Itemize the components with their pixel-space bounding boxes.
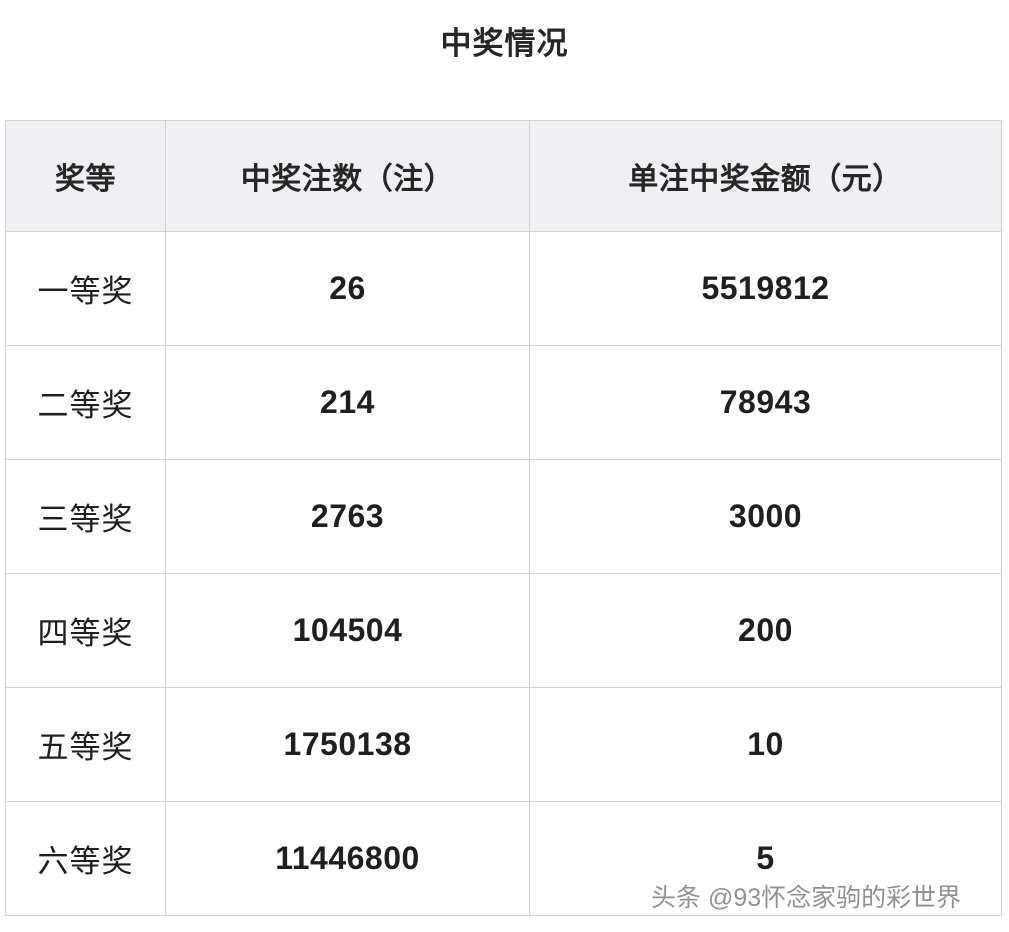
cell-prize-amount: 78943 [529, 345, 1002, 460]
cell-prize-amount: 10 [529, 687, 1002, 802]
prize-table: 奖等 中奖注数（注） 单注中奖金额（元） 一等奖 26 5519812 二等奖 … [5, 120, 1002, 916]
cell-winning-count: 1750138 [165, 687, 530, 802]
table-row: 三等奖 2763 3000 [5, 459, 1002, 574]
cell-grade: 三等奖 [5, 459, 166, 574]
cell-winning-count: 11446800 [165, 801, 530, 916]
cell-grade: 四等奖 [5, 573, 166, 688]
table-row: 四等奖 104504 200 [5, 573, 1002, 688]
cell-prize-amount: 5519812 [529, 231, 1002, 346]
cell-prize-amount: 5 [529, 801, 1002, 916]
prize-table-body: 一等奖 26 5519812 二等奖 214 78943 三等奖 2763 30… [5, 231, 1002, 916]
cell-prize-amount: 200 [529, 573, 1002, 688]
table-row: 一等奖 26 5519812 [5, 231, 1002, 346]
cell-winning-count: 104504 [165, 573, 530, 688]
prize-table-container: 奖等 中奖注数（注） 单注中奖金额（元） 一等奖 26 5519812 二等奖 … [5, 120, 1002, 916]
table-row: 二等奖 214 78943 [5, 345, 1002, 460]
column-header-winning-count: 中奖注数（注） [165, 120, 530, 232]
cell-winning-count: 2763 [165, 459, 530, 574]
table-row: 五等奖 1750138 10 [5, 687, 1002, 802]
cell-winning-count: 26 [165, 231, 530, 346]
prize-results-page: 中奖情况 奖等 中奖注数（注） 单注中奖金额（元） 一等奖 26 5519812 [0, 0, 1009, 932]
prize-table-head: 奖等 中奖注数（注） 单注中奖金额（元） [5, 120, 1002, 232]
table-row: 六等奖 11446800 5 [5, 801, 1002, 916]
table-header-row: 奖等 中奖注数（注） 单注中奖金额（元） [5, 120, 1002, 232]
cell-grade: 一等奖 [5, 231, 166, 346]
cell-winning-count: 214 [165, 345, 530, 460]
column-header-grade: 奖等 [5, 120, 166, 232]
cell-grade: 二等奖 [5, 345, 166, 460]
column-header-prize-amount: 单注中奖金额（元） [529, 120, 1002, 232]
cell-grade: 五等奖 [5, 687, 166, 802]
page-title: 中奖情况 [440, 26, 569, 61]
cell-prize-amount: 3000 [529, 459, 1002, 574]
cell-grade: 六等奖 [5, 801, 166, 916]
